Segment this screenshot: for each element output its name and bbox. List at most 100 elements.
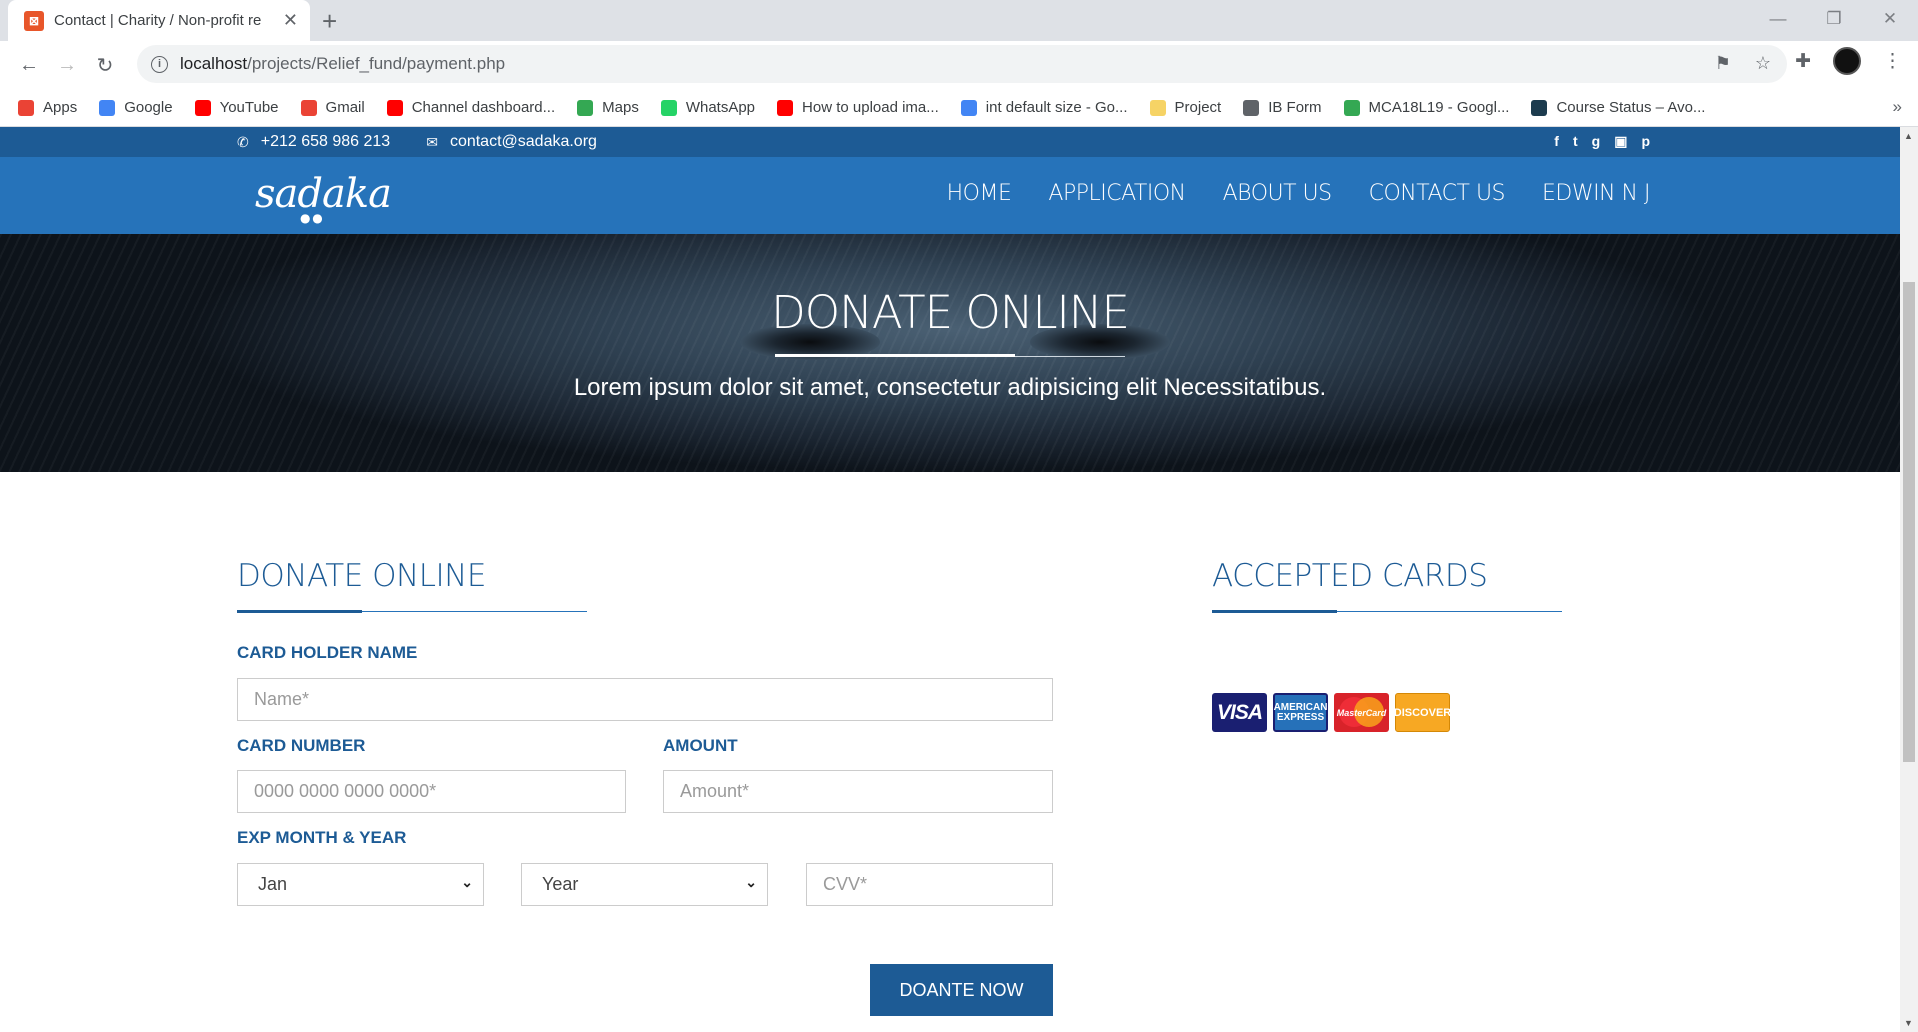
bookmark-label: Channel dashboard... [411,99,556,116]
topbar-phone: +212 658 986 213 [260,133,391,150]
nav-application[interactable]: APPLICATION [1048,181,1186,206]
restore-icon[interactable]: ❐ [1806,0,1862,41]
browser-tab[interactable]: ⊠ Contact | Charity / Non-profit re ✕ [8,0,310,41]
phone-icon: ✆ [237,133,249,150]
bookmark-favicon-icon [386,99,403,116]
bookmark-item[interactable]: Maps [577,99,639,116]
year-select[interactable]: Year ⌄ [521,863,768,906]
month-select[interactable]: Jan ⌄ [237,863,484,906]
bookmark-item[interactable]: How to upload ima... [777,99,939,116]
url-path: /projects/Relief_fund/payment.php [247,54,506,73]
bookmark-favicon-icon [777,99,794,116]
bookmark-favicon-icon [960,99,977,116]
new-tab-icon[interactable]: + [322,6,337,37]
bookmark-item[interactable]: YouTube [194,99,279,116]
bookmark-item[interactable]: Project [1149,99,1221,116]
bookmark-item[interactable]: Channel dashboard... [386,99,556,116]
donate-now-button[interactable]: DOANTE NOW [870,964,1053,1016]
page-scrollbar[interactable]: ▲ ▼ [1900,127,1918,1032]
hero-title: DONATE ONLINE [771,286,1130,339]
year-select-value: Year [542,874,579,894]
bookmark-label: How to upload ima... [802,99,939,116]
card-number-input[interactable]: 0000 0000 0000 0000* [237,770,626,813]
mastercard-card-icon: MasterCard [1334,693,1389,732]
facebook-icon[interactable]: f [1554,133,1559,150]
bookmark-favicon-icon [660,99,677,116]
profile-avatar[interactable] [1833,47,1861,75]
bookmark-favicon-icon [1149,99,1166,116]
bookmark-item[interactable]: Gmail [300,99,365,116]
discover-card-icon: DISCOVER [1394,693,1451,732]
google-plus-icon[interactable]: g [1592,133,1601,150]
youtube-icon[interactable]: ▣ [1614,133,1627,150]
cards-title-underline [1212,610,1562,613]
web-page: ✆ +212 658 986 213 ✉ contact@sadaka.org f … [0,127,1900,1032]
bookmark-item[interactable]: Google [99,99,173,116]
bookmark-label: Course Status – Avo... [1556,99,1706,116]
visa-card-icon: VISA [1212,693,1267,732]
translate-icon[interactable]: ⚑ [1715,53,1731,74]
envelope-icon: ✉ [426,133,438,150]
contact-topbar: ✆ +212 658 986 213 ✉ contact@sadaka.org f … [0,127,1900,157]
twitter-icon[interactable]: t [1573,133,1578,150]
nav-about-us[interactable]: ABOUT US [1223,181,1333,206]
month-select-value: Jan [258,874,288,894]
pinterest-icon[interactable]: p [1641,133,1650,150]
card-holder-label: CARD HOLDER NAME [237,643,418,662]
bookmark-favicon-icon [1343,99,1360,116]
menu-kebab-icon[interactable]: ⋮ [1883,50,1902,73]
bookmark-label: Google [124,99,173,116]
site-logo[interactable]: sadaka ● ● [255,171,392,225]
bookmark-star-icon[interactable]: ☆ [1755,53,1771,74]
scroll-down-icon[interactable]: ▼ [1904,1018,1913,1028]
bookmark-favicon-icon [1531,99,1548,116]
bookmark-label: WhatsApp [685,99,756,116]
donate-content: DONATE ONLINE CARD HOLDER NAME Name* CAR… [0,472,1900,1032]
minimize-icon[interactable]: — [1750,0,1806,41]
reload-icon[interactable]: ↻ [86,53,124,78]
bookmark-label: Gmail [325,99,365,116]
scroll-up-icon[interactable]: ▲ [1904,131,1913,141]
bookmark-item[interactable]: IB Form [1243,99,1322,116]
bookmark-label: YouTube [219,99,279,116]
bookmark-label: Maps [602,99,639,116]
exp-label: EXP MONTH & YEAR [237,828,407,847]
bookmark-item[interactable]: MCA18L19 - Googl... [1343,99,1509,116]
site-favicon-icon: ⊠ [24,10,44,31]
tab-title: Contact | Charity / Non-profit re [54,12,262,29]
chevron-down-icon: ⌄ [745,874,757,890]
close-tab-icon[interactable]: ✕ [283,10,298,31]
bookmark-favicon-icon [1243,99,1260,116]
cvv-input[interactable]: CVV* [806,863,1053,906]
bookmark-label: int default size - Go... [985,99,1128,116]
browser-chrome: ⊠ Contact | Charity / Non-profit re ✕ + … [0,0,1918,127]
bookmark-favicon-icon [194,99,211,116]
form-title: DONATE ONLINE [237,558,486,594]
chevron-down-icon: ⌄ [461,874,473,890]
bookmark-item[interactable]: Course Status – Avo... [1531,99,1705,116]
url-bar[interactable]: i localhost/projects/Relief_fund/payment… [137,45,1787,83]
more-bookmarks-icon[interactable]: » [1893,97,1902,117]
extensions-icon[interactable]: ✚ [1795,50,1811,73]
nav-home[interactable]: HOME [947,181,1012,206]
scrollbar-thumb[interactable] [1903,282,1915,762]
topbar-email[interactable]: contact@sadaka.org [450,133,597,151]
nav-user[interactable]: EDWIN N J [1542,181,1650,206]
nav-menu: HOME APPLICATION ABOUT US CONTACT US EDW… [947,181,1651,206]
amount-input[interactable]: Amount* [663,770,1053,813]
bookmark-favicon-icon [18,99,34,116]
hero-texture [0,234,1900,472]
bookmark-favicon-icon [99,99,116,116]
site-info-icon[interactable]: i [151,55,168,73]
forward-icon[interactable]: → [48,54,86,77]
bookmark-item[interactable]: int default size - Go... [960,99,1128,116]
nav-contact-us[interactable]: CONTACT US [1369,181,1506,206]
amex-card-icon: AMERICAN EXPRESS [1273,693,1328,732]
url-host: localhost [180,54,248,73]
close-window-icon[interactable]: ✕ [1862,0,1918,41]
bookmark-item[interactable]: WhatsApp [660,99,756,116]
card-holder-input[interactable]: Name* [237,678,1053,721]
bookmark-item[interactable]: Apps [18,99,77,116]
back-icon[interactable]: ← [10,54,48,77]
tab-strip: ⊠ Contact | Charity / Non-profit re ✕ + … [0,0,1918,41]
